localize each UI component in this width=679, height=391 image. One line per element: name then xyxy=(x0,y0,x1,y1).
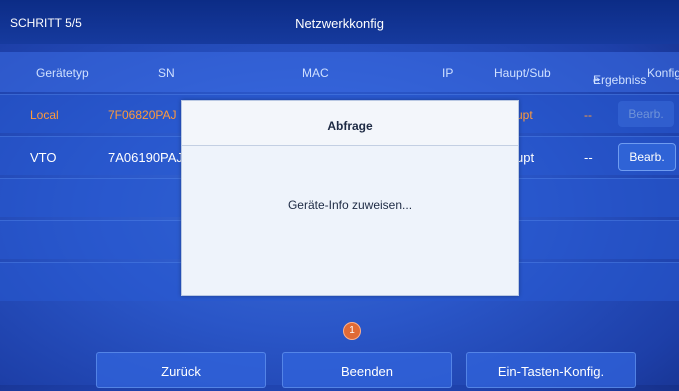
cell-type: VTO xyxy=(30,150,57,165)
column-header-result-line1: Ergebniss xyxy=(593,73,647,87)
column-header-type: Gerätetyp xyxy=(36,66,89,80)
dialog-message: Geräte-Info zuweisen... xyxy=(287,198,413,212)
cell-result: -- xyxy=(584,150,593,165)
finish-button[interactable]: Beenden xyxy=(282,352,452,388)
edit-button[interactable]: Bearb. xyxy=(618,143,676,171)
dialog-title: Abfrage xyxy=(182,101,518,146)
query-dialog: Abfrage Geräte-Info zuweisen... xyxy=(181,100,519,296)
column-header-main-sub: Haupt/Sub xyxy=(494,66,551,80)
page-indicator[interactable]: 1 xyxy=(343,322,361,340)
page-title: Netzwerkkonfig xyxy=(295,16,384,31)
column-header-ip: IP xyxy=(442,66,454,80)
column-header-sn: SN xyxy=(158,66,175,80)
config-screen: SCHRITT 5/5 Netzwerkkonfig Gerätetyp SN … xyxy=(0,0,679,388)
cell-sn: 7F06820PAJ xyxy=(108,108,177,122)
column-header-mac: MAC xyxy=(302,66,329,80)
column-header-result-line2: e xyxy=(593,73,600,87)
one-key-config-button[interactable]: Ein-Tasten-Konfig. xyxy=(466,352,636,388)
cell-sn: 7A06190PAJ xyxy=(108,150,183,165)
column-header-config: Konfig xyxy=(647,66,679,80)
column-header-result: Ergebniss e xyxy=(568,60,646,87)
table-header: Gerätetyp SN MAC IP Haupt/Sub Ergebniss e… xyxy=(0,52,679,92)
back-button[interactable]: Zurück xyxy=(96,352,266,388)
cell-result: -- xyxy=(584,108,592,122)
cell-type: Local xyxy=(30,108,59,122)
edit-button[interactable]: Bearb. xyxy=(618,101,674,127)
top-bar: SCHRITT 5/5 Netzwerkkonfig xyxy=(0,0,679,44)
